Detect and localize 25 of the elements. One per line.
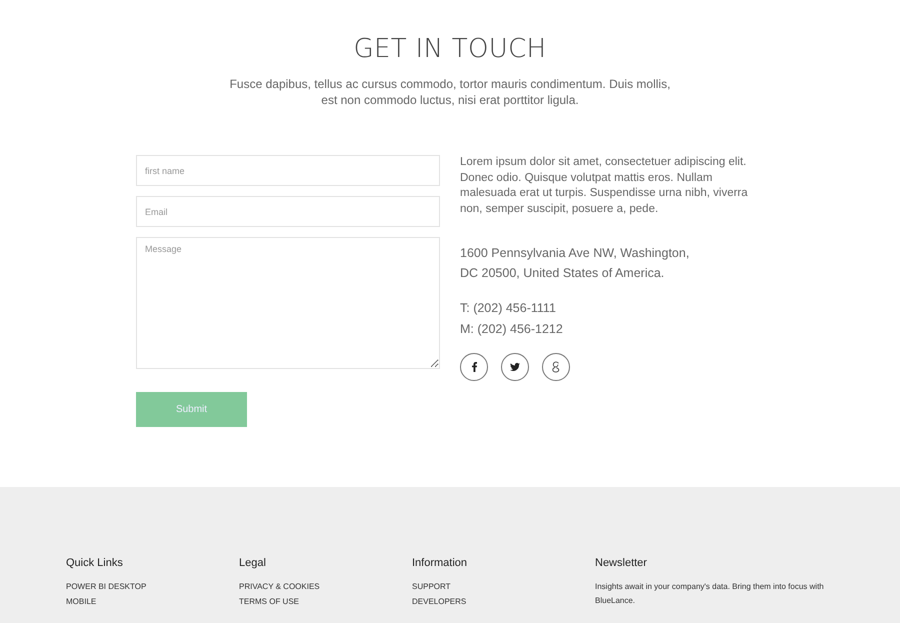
social-link[interactable] [501,353,529,381]
input-field[interactable]: first name [136,155,440,186]
newsletter-text: Insights await in your company's data. Bring them into focus with BlueLance. [595,581,825,607]
column-heading: Newsletter [595,557,648,569]
footer-link[interactable]: TERMS OF USE [239,594,412,609]
footer-link[interactable]: MOBILE [66,594,239,609]
intro-text: Lorem ipsum dolor sit amet, consectetuer adipiscing elit. Donec odio. Quisque volutpat mattis eros. Nullam malesuada erat ut turpis. Suspendisse urna nibh, viverra non, semper suscipit, posuere a, pede. [460,155,749,216]
column-heading: Information [412,557,468,569]
phone-number: T: (202) 456-1111 [460,300,557,317]
section-title: GET IN TOUCH [352,34,548,64]
bird-icon [509,361,521,373]
footer-link[interactable]: DEVELOPERS [412,594,595,609]
address-line: 1600 Pennsylvania Ave NW, Washington, [460,245,690,262]
footer-link[interactable]: POWER BI DESKTOP [66,579,239,594]
column-heading: Legal [239,557,267,569]
message-field[interactable]: Message [136,237,440,369]
section-subtitle: Fusce dapibus, tellus ac cursus commodo, tortor mauris condimentum. Duis mollis, est non commodo luctus, nisi erat porttitor ligula. [228,76,672,108]
address-line: DC 20500, United States of America. [460,265,666,282]
footer-link[interactable]: PRIVACY & COOKIES [239,579,412,594]
column-heading: Quick Links [66,557,124,569]
phone-number: M: (202) 456-1212 [460,320,564,338]
footer-link[interactable]: SUPPORT [412,579,595,594]
social-link[interactable] [460,353,488,381]
input-field[interactable]: Email [136,196,440,227]
g-letter-icon [550,361,562,373]
